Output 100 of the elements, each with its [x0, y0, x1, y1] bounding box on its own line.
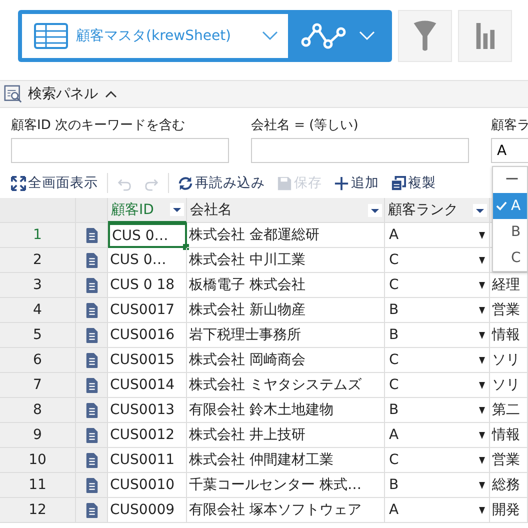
- chevron-icon: [262, 31, 278, 41]
- document-icon[interactable]: [86, 428, 98, 442]
- row-number[interactable]: 4: [0, 298, 76, 323]
- bar-chart-icon: [474, 23, 496, 49]
- filter-button[interactable]: [398, 10, 452, 62]
- table-cell[interactable]: CUS 0 18: [108, 273, 187, 298]
- reload-button[interactable]: 再読み込み: [175, 174, 268, 192]
- table-cell[interactable]: 情報: [490, 423, 528, 448]
- table-cell[interactable]: 有限会社 塚本ソフトウェア: [187, 498, 385, 523]
- dropdown-option[interactable]: C: [493, 245, 527, 271]
- table-cell[interactable]: CUS0013: [108, 398, 187, 423]
- caret-icon: [479, 506, 485, 514]
- document-icon[interactable]: [86, 452, 98, 468]
- table-cell[interactable]: 有限会社 鈴木土地建物: [187, 398, 385, 423]
- table-cell[interactable]: 株式会社 新山物産: [187, 298, 385, 323]
- table-cell[interactable]: 総務: [490, 473, 528, 498]
- table-cell[interactable]: 株式会社 井上技研: [187, 423, 385, 448]
- table-cell[interactable]: 株式会社 ミヤタシステムズ: [187, 373, 385, 398]
- column-header[interactable]: 顧客ID: [108, 198, 187, 223]
- table-cell[interactable]: 株式会社 中川工業: [187, 248, 385, 273]
- document-icon[interactable]: [86, 502, 98, 518]
- table-cell[interactable]: 情報: [490, 323, 528, 348]
- dropdown-cell[interactable]: C: [385, 248, 490, 273]
- table-cell[interactable]: 株式会社 金都運総研: [187, 223, 385, 248]
- table-cell[interactable]: ソリ: [490, 373, 528, 398]
- row-number[interactable]: 2: [0, 248, 76, 273]
- filter-label: 会社名 = (等しい): [251, 117, 360, 134]
- dropdown-option[interactable]: B: [493, 219, 527, 245]
- table-cell[interactable]: CUS0016: [108, 323, 187, 348]
- input-field[interactable]: A: [491, 138, 528, 163]
- row-number[interactable]: 7: [0, 373, 76, 398]
- table-cell[interactable]: 株式会社 岡崎商会: [187, 348, 385, 373]
- row-number[interactable]: 12: [0, 498, 76, 523]
- row-number[interactable]: 8: [0, 398, 76, 423]
- table-cell[interactable]: 営業: [490, 298, 528, 323]
- caret-icon: [479, 382, 485, 388]
- table-cell[interactable]: 経理: [490, 273, 528, 298]
- column-header[interactable]: 顧客ランク: [385, 198, 490, 223]
- table-cell[interactable]: 千葉コールセンター 株式…: [187, 473, 385, 498]
- line-graph-icon: [301, 22, 347, 50]
- table-cell[interactable]: CUS0017: [108, 298, 187, 323]
- row-number[interactable]: 11: [0, 473, 76, 498]
- filter-dropdown-icon[interactable]: [368, 204, 382, 216]
- filter-dropdown-icon[interactable]: [170, 203, 184, 216]
- add-button[interactable]: 追加: [331, 174, 382, 192]
- document-icon[interactable]: [86, 228, 98, 242]
- dropdown-cell[interactable]: C: [385, 273, 490, 298]
- caret-icon: [479, 332, 485, 338]
- table-cell[interactable]: ソリ: [490, 348, 528, 373]
- dropdown-cell[interactable]: B: [385, 398, 490, 423]
- document-icon[interactable]: [86, 478, 98, 492]
- caret-icon: [479, 306, 485, 314]
- table-cell[interactable]: CUS 0…: [108, 223, 187, 248]
- caret-icon: [479, 482, 485, 488]
- dropdown-cell[interactable]: C: [385, 348, 490, 373]
- document-icon[interactable]: [86, 352, 98, 368]
- input-field[interactable]: [251, 138, 469, 163]
- table-cell[interactable]: CUS0009: [108, 498, 187, 523]
- document-icon[interactable]: [86, 402, 98, 418]
- caret-icon: [479, 232, 485, 238]
- table-cell[interactable]: CUS0012: [108, 423, 187, 448]
- filter-dropdown-icon[interactable]: [473, 204, 487, 216]
- table-cell[interactable]: 第二: [490, 398, 528, 423]
- table-cell[interactable]: CUS0010: [108, 473, 187, 498]
- dropdown-cell[interactable]: A: [385, 423, 490, 448]
- document-icon[interactable]: [86, 378, 98, 392]
- table-cell[interactable]: 開発: [490, 498, 528, 523]
- document-icon[interactable]: [86, 252, 98, 268]
- row-number[interactable]: 3: [0, 273, 76, 298]
- chevron-icon: [359, 31, 375, 41]
- table-cell[interactable]: 株式会社 仲間建材工業: [187, 448, 385, 473]
- input-field[interactable]: [11, 138, 229, 163]
- row-number[interactable]: 10: [0, 448, 76, 473]
- row-number[interactable]: 6: [0, 348, 76, 373]
- table-cell[interactable]: CUS0014: [108, 373, 187, 398]
- dropdown-cell[interactable]: C: [385, 373, 490, 398]
- table-cell[interactable]: 営業: [490, 448, 528, 473]
- row-number[interactable]: 1: [0, 223, 76, 248]
- caret-icon: [479, 256, 485, 264]
- chart-button[interactable]: [458, 10, 512, 62]
- dropdown-cell[interactable]: A: [385, 498, 490, 523]
- table-cell[interactable]: 板橋電子 株式会社: [187, 273, 385, 298]
- dropdown-cell[interactable]: B: [385, 298, 490, 323]
- document-icon[interactable]: [86, 278, 98, 292]
- column-header[interactable]: 会社名: [187, 198, 385, 223]
- table-cell[interactable]: 岩下税理士事務所: [187, 323, 385, 348]
- dropdown-cell[interactable]: A: [385, 223, 490, 248]
- document-icon[interactable]: [86, 302, 98, 318]
- table-cell[interactable]: CUS 0…: [108, 248, 187, 273]
- row-number[interactable]: 5: [0, 323, 76, 348]
- row-number[interactable]: 9: [0, 423, 76, 448]
- document-icon[interactable]: [86, 328, 98, 342]
- dropdown-cell[interactable]: B: [385, 473, 490, 498]
- copy-button[interactable]: 複製: [388, 174, 439, 192]
- fullscreen-button[interactable]: 全画面表示: [8, 174, 101, 192]
- dropdown-option[interactable]: ー: [493, 167, 527, 193]
- dropdown-cell[interactable]: C: [385, 448, 490, 473]
- dropdown-cell[interactable]: B: [385, 323, 490, 348]
- table-cell[interactable]: CUS0015: [108, 348, 187, 373]
- table-cell[interactable]: CUS0011: [108, 448, 187, 473]
